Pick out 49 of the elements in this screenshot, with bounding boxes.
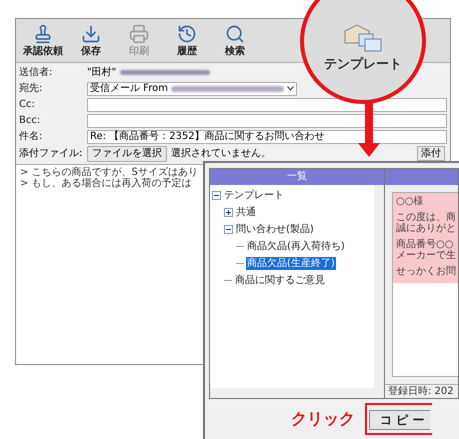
tree-item[interactable]: テンプレート — [223, 189, 285, 202]
tree-item[interactable]: 商品欠品(生産終了) — [246, 257, 336, 270]
toolbar-icon — [177, 24, 197, 44]
field-label: Bcc: — [19, 114, 42, 126]
preview-line: 商品番号○○ — [396, 239, 454, 250]
file-status: 選択されていません。 — [171, 148, 271, 160]
field-label: Cc: — [19, 98, 36, 110]
toolbar-icon — [33, 24, 53, 44]
horizontal-scrollbar[interactable] — [210, 388, 384, 398]
recipient-select[interactable]: 受信メール From — [87, 82, 297, 96]
preview-line: この度は、商 — [396, 212, 457, 223]
collapse-toggle-icon[interactable] — [224, 225, 233, 234]
template-icon — [343, 23, 383, 54]
toolbar-button[interactable]: 検索 — [212, 19, 258, 62]
copy-button[interactable]: コ ピ ー — [369, 410, 430, 430]
registered-date: 登録日時: 202 — [385, 384, 458, 398]
toolbar-icon — [81, 24, 101, 44]
preview-line: ○○様 — [396, 196, 424, 207]
preview-line: メーカーで生 — [396, 250, 457, 261]
quoted-line: > もし、ある場合には再入荷の予定は — [20, 178, 192, 189]
attach-button[interactable]: 添付 — [417, 146, 445, 161]
sender-name: "田村" — [87, 66, 116, 78]
field-label: 宛先: — [19, 82, 44, 94]
collapse-toggle-icon[interactable] — [212, 191, 221, 200]
quoted-line: > こちらの商品ですが、Sサイズはあり — [20, 167, 198, 178]
input-field[interactable] — [87, 98, 447, 112]
preview-line: 誠にありがと — [396, 223, 457, 234]
tree-item[interactable]: 共通 — [235, 206, 257, 219]
preview-line: せっかくお問 — [396, 266, 457, 277]
tree-item[interactable]: 問い合わせ(製品) — [235, 223, 315, 236]
toolbar-button[interactable]: 履歴 — [164, 19, 210, 62]
tree-item[interactable]: 商品に関するご意見 — [234, 274, 326, 287]
choose-file-button[interactable]: ファイルを選択 — [87, 146, 167, 162]
field-label: 添付ファイル: — [19, 148, 84, 160]
toolbar-icon — [225, 24, 245, 44]
input-field[interactable] — [87, 114, 447, 128]
tree-item[interactable]: 商品欠品(再入荷待ち) — [246, 240, 346, 253]
field-label: 送信者: — [19, 66, 54, 78]
toolbar-icon — [129, 24, 149, 44]
down-arrow — [358, 101, 380, 157]
list-header: 一覧 — [210, 169, 384, 185]
toolbar-button[interactable]: 承認依頼 — [20, 19, 66, 62]
toolbar-button[interactable]: 保存 — [68, 19, 114, 62]
click-annotation: クリック — [291, 408, 355, 430]
dropdown-caret-icon — [287, 86, 294, 91]
expand-toggle-icon[interactable] — [224, 208, 233, 217]
input-field[interactable]: Re: 【商品番号：2352】商品に関するお問い合わせ — [87, 130, 447, 144]
vertical-scrollbar[interactable] — [374, 185, 384, 388]
field-label: 件名: — [19, 130, 44, 142]
